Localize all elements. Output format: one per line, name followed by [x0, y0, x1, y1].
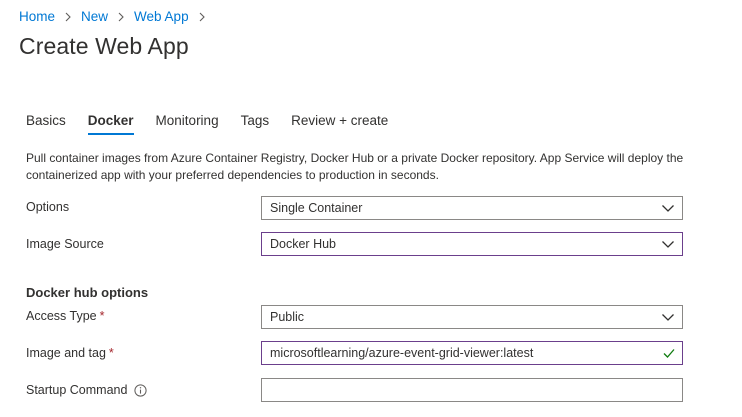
startup-command-input[interactable] [261, 378, 683, 402]
info-icon[interactable] [134, 383, 148, 397]
image-and-tag-input[interactable]: microsoftlearning/azure-event-grid-viewe… [261, 341, 683, 365]
breadcrumb: Home New Web App [19, 9, 215, 24]
chevron-down-icon [661, 237, 675, 251]
access-type-dropdown[interactable]: Public [261, 305, 683, 329]
tab-review-create[interactable]: Review + create [291, 113, 388, 132]
breadcrumb-web-app[interactable]: Web App [134, 9, 189, 24]
breadcrumb-new[interactable]: New [81, 9, 108, 24]
tab-bar: Basics Docker Monitoring Tags Review + c… [26, 113, 410, 135]
required-asterisk: * [108, 346, 114, 360]
tab-docker[interactable]: Docker [87, 113, 134, 135]
image-source-dropdown[interactable]: Docker Hub [261, 232, 683, 256]
image-source-label-text: Image Source [26, 237, 104, 251]
docker-description: Pull container images from Azure Contain… [26, 151, 684, 182]
chevron-down-icon [661, 201, 675, 215]
startup-command-label: Startup Command [26, 383, 148, 397]
image-source-value: Docker Hub [270, 237, 336, 251]
chevron-right-icon [117, 12, 125, 22]
docker-hub-options-heading: Docker hub options [26, 285, 149, 300]
access-type-value: Public [270, 310, 305, 324]
access-type-label-text: Access Type [26, 309, 97, 323]
options-value: Single Container [270, 201, 363, 215]
startup-command-label-text: Startup Command [26, 383, 128, 397]
image-and-tag-label: Image and tag * [26, 346, 114, 360]
page-title: Create Web App [19, 33, 189, 59]
chevron-right-icon [64, 12, 72, 22]
tab-monitoring[interactable]: Monitoring [156, 113, 219, 132]
chevron-down-icon [661, 310, 675, 324]
chevron-right-icon [198, 12, 206, 22]
tab-tags[interactable]: Tags [241, 113, 270, 132]
tab-basics[interactable]: Basics [26, 113, 66, 132]
options-dropdown[interactable]: Single Container [261, 196, 683, 220]
options-label-text: Options [26, 200, 70, 214]
image-and-tag-label-text: Image and tag [26, 346, 106, 360]
image-source-label: Image Source [26, 237, 104, 251]
options-label: Options [26, 200, 69, 214]
breadcrumb-home[interactable]: Home [19, 9, 55, 24]
image-and-tag-value: microsoftlearning/azure-event-grid-viewe… [270, 346, 534, 360]
required-asterisk: * [99, 309, 105, 323]
access-type-label: Access Type * [26, 309, 105, 323]
checkmark-icon [662, 346, 676, 360]
